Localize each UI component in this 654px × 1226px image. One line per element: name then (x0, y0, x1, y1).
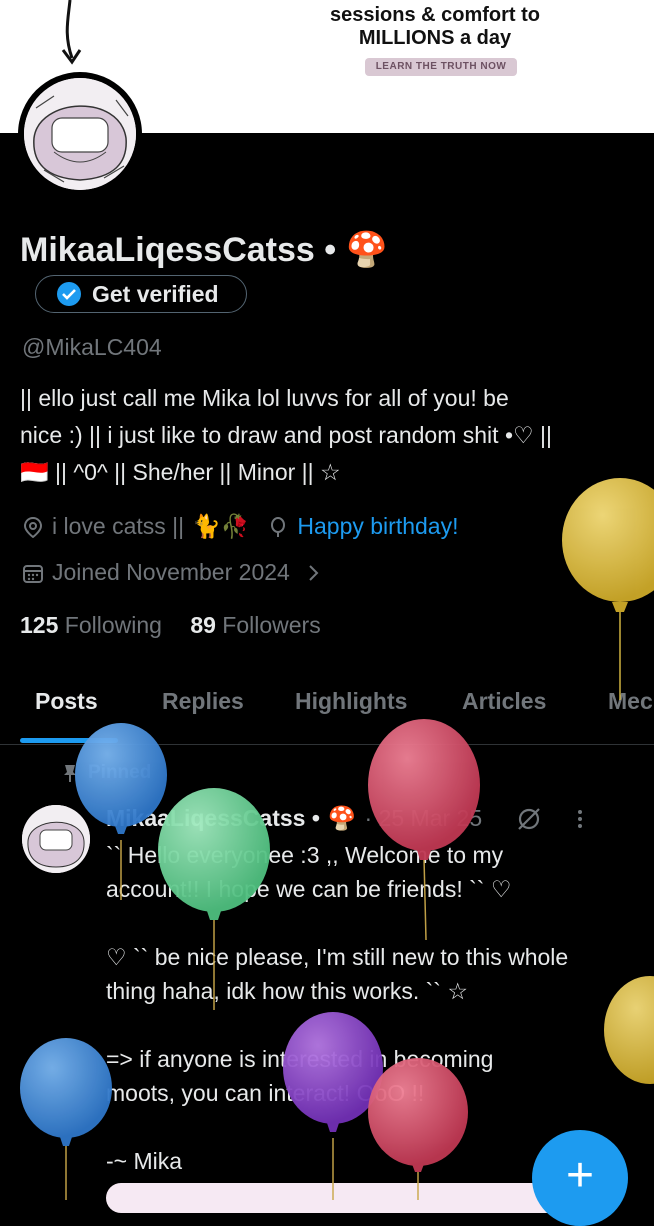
bio-line-3: 🇮🇩 || ^0^ || She/her || Minor || ☆ (20, 454, 620, 491)
profile-follow-counts: 125 Following 89 Followers (20, 612, 321, 639)
tab-highlights[interactable]: Highlights (295, 688, 407, 715)
post-mushroom-emoji-icon: 🍄 (327, 805, 357, 831)
more-options-icon[interactable] (574, 806, 586, 832)
balloon-blue-2 (20, 1038, 112, 1200)
post-date[interactable]: · 25 Mar 25 (365, 805, 483, 832)
tab-articles[interactable]: Articles (462, 688, 546, 715)
flag-emoji-icon: 🇮🇩 (20, 459, 49, 485)
profile-tabs: Posts Replies Highlights Articles Mec (0, 688, 654, 745)
balloon-birthday-icon (271, 516, 286, 537)
display-name-dot: • (324, 231, 337, 269)
cat-rose-emoji-icon: 🐈🥀 (192, 513, 250, 539)
tab-posts[interactable]: Posts (35, 688, 98, 715)
banner-text-line2: MILLIONS a day (358, 27, 512, 49)
avatar-drawing-icon (24, 78, 136, 190)
grok-icon[interactable] (516, 806, 542, 832)
mushroom-emoji-icon: 🍄 (345, 231, 388, 269)
location-text: i love catss || (52, 513, 185, 539)
followers-count: 89 (190, 612, 216, 638)
bio-line-2: nice :) || i just like to draw and post … (20, 422, 552, 448)
bio-line-3-text: || ^0^ || She/her || Minor || ☆ (55, 459, 341, 485)
post-text: `` Hello everyonee :3 ,, Welcome to my a… (106, 842, 569, 1174)
profile-bio: || ello just call me Mika lol luvvs for … (20, 380, 620, 491)
post-header: MikaaLiqessCatss • 🍄 · 25 Mar 25 (106, 805, 586, 832)
compose-post-button[interactable]: + (532, 1130, 628, 1226)
banner-text-line1: sessions & comfort to (329, 4, 541, 26)
get-verified-button[interactable]: Get verified (35, 275, 247, 313)
post-author-avatar[interactable] (22, 805, 90, 873)
pinned-indicator: Pinned (62, 762, 151, 784)
verified-badge-icon (57, 282, 81, 306)
joined-text: Joined November 2024 (52, 559, 290, 585)
profile-display-name: MikaaLiqessCatss • 🍄 (20, 230, 388, 270)
profile-handle: @MikaLC404 (22, 334, 162, 360)
following-label: Following (64, 612, 162, 638)
followers-link[interactable]: 89 Followers (190, 612, 320, 638)
avatar-image (24, 78, 136, 190)
post-author-name[interactable]: MikaaLiqessCatss • (106, 805, 320, 832)
profile-avatar[interactable] (18, 72, 142, 196)
chevron-right-icon (309, 564, 319, 581)
following-link[interactable]: 125 Following (20, 612, 162, 638)
profile-meta-joined-row[interactable]: Joined November 2024 (22, 559, 324, 586)
pinned-label: Pinned (88, 762, 152, 783)
tab-media[interactable]: Mec (608, 688, 653, 715)
pin-icon (64, 765, 76, 782)
banner-ad-text: sessions & comfort to MILLIONS a day (300, 4, 570, 50)
location-pin-icon (23, 516, 43, 538)
display-name-text: MikaaLiqessCatss (20, 231, 315, 269)
post-avatar-drawing-icon (22, 805, 90, 873)
banner-learn-button: LEARN THE TRUTH NOW (365, 58, 517, 76)
followers-label: Followers (222, 612, 321, 638)
following-count: 125 (20, 612, 59, 638)
post-media-preview[interactable] (106, 1183, 606, 1213)
bio-line-1: || ello just call me Mika lol luvvs for … (20, 385, 509, 411)
balloon-yellow-1 (562, 478, 654, 700)
active-tab-indicator (20, 738, 118, 743)
calendar-icon (23, 564, 43, 583)
tab-replies[interactable]: Replies (162, 688, 244, 715)
get-verified-label: Get verified (92, 280, 219, 307)
profile-meta-location-row: i love catss || 🐈🥀 Happy birthday! (22, 513, 458, 540)
birthday-text: Happy birthday! (297, 513, 459, 539)
